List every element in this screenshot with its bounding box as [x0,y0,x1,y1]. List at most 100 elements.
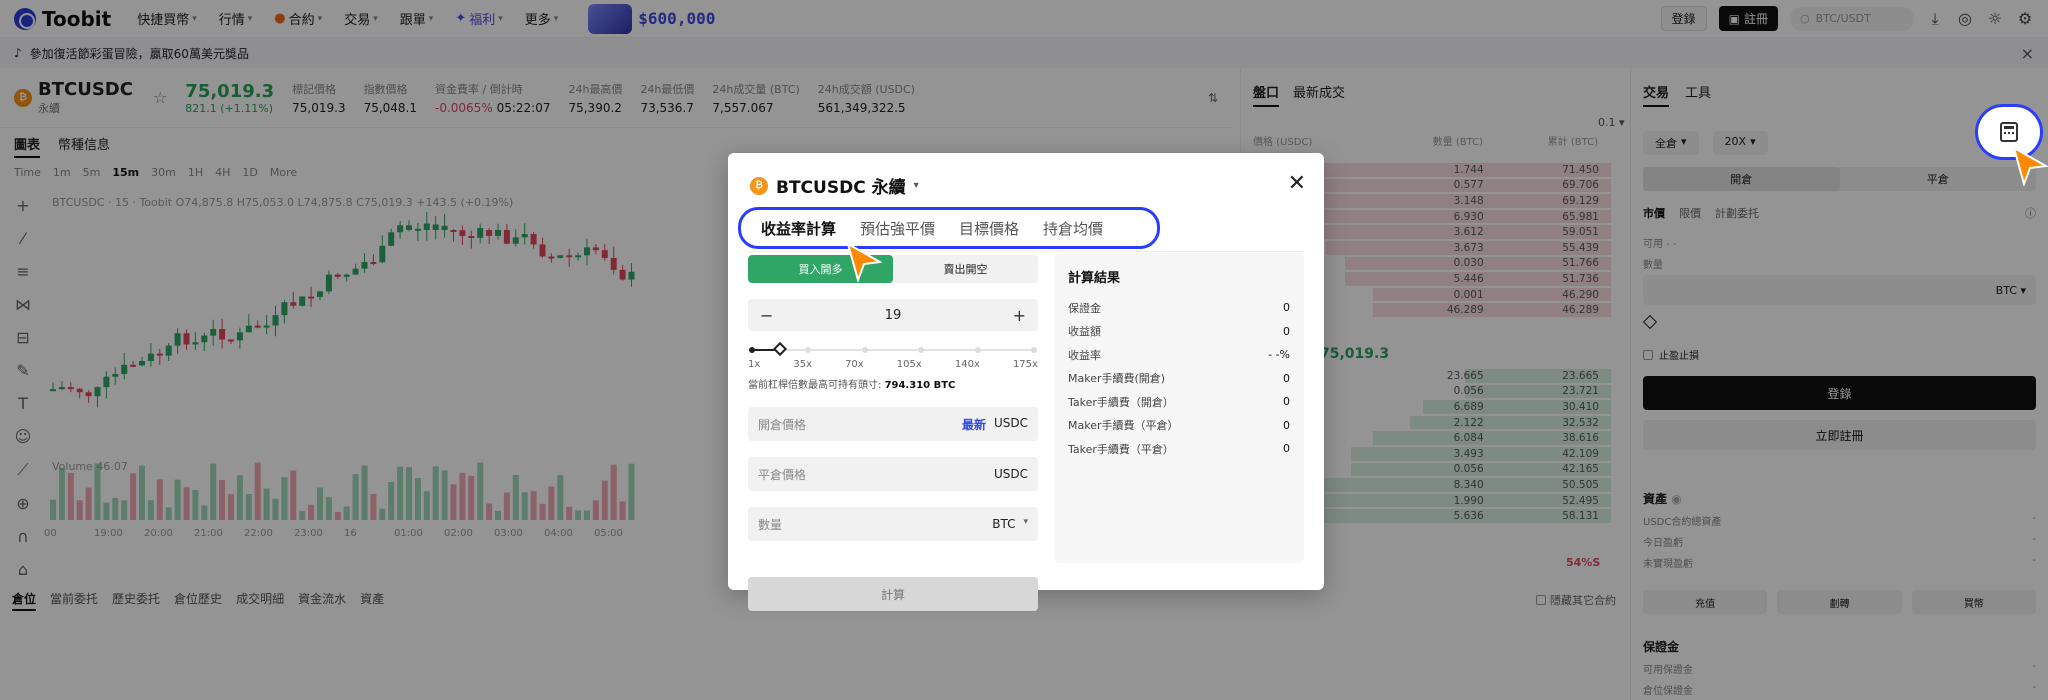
divider [748,251,1304,252]
calculator-tabs: 收益率計算 預估強平價 目標價格 持倉均價 [738,207,1160,249]
plus-icon[interactable]: + [1013,306,1026,325]
slider-stop[interactable] [749,347,755,353]
max-note-value: 794.310 BTC [884,380,956,391]
leverage-stepper: − 19 + [748,299,1038,331]
result-value: 0 [1283,395,1290,409]
tab-liquidation[interactable]: 預估強平價 [860,218,935,239]
amount-cell: 0.056 [1453,463,1484,476]
total-cell: 42.165 [1562,463,1599,476]
slider-stop[interactable] [805,347,812,353]
result-label: Maker手續費(開倉) [1068,372,1166,386]
result-value: 0 [1283,324,1290,338]
result-value: 0 [1283,301,1290,315]
total-cell: 32.532 [1562,416,1599,429]
total-cell: 23.721 [1562,385,1599,398]
slider-stop[interactable] [861,347,868,353]
amount-cell: 5.636 [1453,510,1484,523]
amount-cell: 5.446 [1453,272,1484,285]
leverage-tick-label: 1x [748,359,761,370]
result-row: Maker手續費（平倉） 0 [1068,414,1290,438]
slider-stop[interactable] [918,347,925,353]
result-row: 收益額 0 [1068,320,1290,344]
chevron-down-icon[interactable]: ▾ [1023,517,1028,531]
slider-thumb[interactable] [773,341,788,357]
total-cell: 30.410 [1562,400,1599,413]
calculator-icon[interactable] [2000,122,2018,142]
open-price-input[interactable]: 開倉價格 最新 USDC [748,407,1038,441]
amount-cell: 6.930 [1453,210,1484,223]
leverage-slider[interactable] [748,341,1038,357]
close-price-placeholder: 平倉價格 [758,467,807,482]
leverage-ticks: 1x 35x 70x 105x 140x 175x [748,359,1038,370]
total-cell: 23.665 [1562,369,1599,382]
amount-cell: 1.990 [1453,494,1484,507]
amount-cell: 6.084 [1453,432,1484,445]
calculator-modal: ₿ BTCUSDC 永續 ▾ ✕ 收益率計算 預估強平價 目標價格 持倉均價 買… [728,153,1324,611]
slider-stop[interactable] [974,347,981,353]
total-cell: 52.495 [1562,494,1599,507]
results-list: 保證金 0 收益額 0 收益率 - -% Maker手續費(開倉) 0 Taker手續費（開倉）… [1068,296,1290,461]
close-icon[interactable]: ✕ [1288,171,1306,196]
tab-avg-price[interactable]: 持倉均價 [1043,218,1103,239]
amount-cell: 6.689 [1453,400,1484,413]
amount-cell: 3.612 [1453,226,1484,239]
result-row: Maker手續費(開倉) 0 [1068,367,1290,391]
result-row: Taker手續費（開倉） 0 [1068,390,1290,414]
amount-cell: 1.744 [1453,163,1484,176]
result-label: Taker手續費（平倉） [1068,442,1174,456]
close-price-input[interactable]: 平倉價格 USDC [748,457,1038,491]
amount-cell: 3.493 [1453,447,1484,460]
total-cell: 58.131 [1562,510,1599,523]
amount-cell: 3.148 [1453,194,1484,207]
result-value: - -% [1268,348,1290,362]
result-label: 收益額 [1068,325,1101,339]
total-cell: 50.505 [1562,478,1599,491]
total-cell: 46.290 [1562,288,1599,301]
qty-unit: BTC [992,517,1016,531]
calculation-results: 計算結果 保證金 0 收益額 0 收益率 - -% Maker手續費(開倉) 0 Taker手續… [1054,253,1304,563]
short-button[interactable]: 賣出開空 [893,255,1038,283]
leverage-tick-label: 35x [793,359,812,370]
amount-cell: 0.001 [1453,288,1484,301]
amount-cell: 23.665 [1446,369,1484,382]
leverage-value[interactable]: 19 [885,308,902,323]
max-position-note: 當前杠桿倍數最高可持有頭寸: 794.310 BTC [748,376,1038,391]
tab-pnl[interactable]: 收益率計算 [761,218,836,239]
result-row: 保證金 0 [1068,296,1290,320]
chevron-down-icon: ▾ [913,180,919,191]
leverage-tick-label: 105x [896,359,922,370]
total-cell: 65.981 [1562,210,1599,223]
modal-title[interactable]: ₿ BTCUSDC 永續 ▾ [750,173,919,198]
total-cell: 38.616 [1562,432,1599,445]
total-cell: 69.706 [1562,179,1599,192]
slider-stop[interactable] [1031,347,1037,353]
unit-label: USDC [993,467,1028,481]
result-row: 收益率 - -% [1068,343,1290,367]
open-price-placeholder: 開倉價格 [758,417,807,432]
amount-cell: 0.056 [1453,385,1484,398]
total-cell: 59.051 [1562,226,1599,239]
total-cell: 51.766 [1562,257,1599,270]
result-label: 保證金 [1068,301,1101,315]
latest-price-button[interactable]: 最新 [962,416,986,433]
amount-cell: 0.030 [1453,257,1484,270]
amount-cell: 8.340 [1453,478,1484,491]
result-value: 0 [1283,442,1290,456]
result-row: Taker手續費（平倉） 0 [1068,437,1290,461]
minus-icon[interactable]: − [760,306,773,325]
quantity-input[interactable]: 數量 BTC ▾ [748,507,1038,541]
modal-title-text: BTCUSDC 永續 [776,178,906,198]
qty-placeholder: 數量 [758,517,783,532]
result-label: Taker手續費（開倉） [1068,395,1174,409]
amount-cell: 0.577 [1453,179,1484,192]
tab-target-price[interactable]: 目標價格 [959,218,1019,239]
unit-label: USDC [993,415,1028,430]
leverage-tick-label: 175x [1012,359,1038,370]
calculate-button[interactable]: 計算 [748,577,1038,611]
results-title: 計算結果 [1068,271,1121,286]
result-label: 收益率 [1068,348,1101,362]
btc-icon: ₿ [750,176,768,195]
long-short-toggle: 買入開多 賣出開空 [748,255,1038,283]
total-cell: 42.109 [1562,447,1599,460]
slider-track [752,349,1034,351]
